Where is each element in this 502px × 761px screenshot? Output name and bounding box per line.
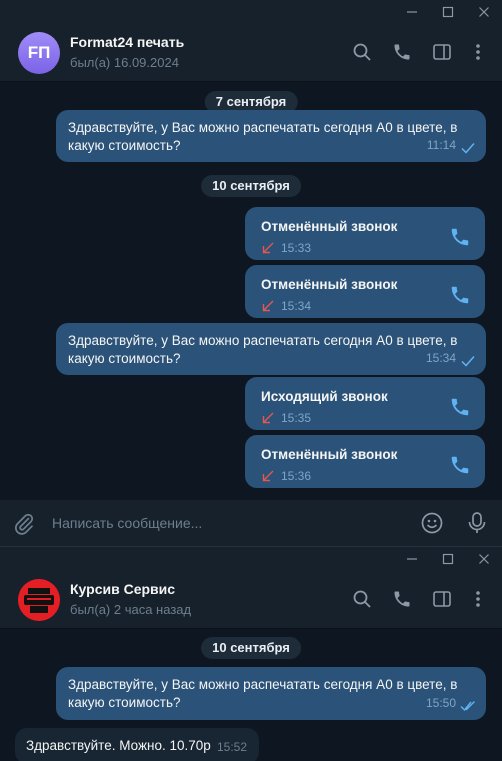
call-message[interactable]: Отменённый звонок 15:34 [245,265,485,318]
single-check-icon [460,141,476,155]
message-list[interactable]: 7 сентября Здравствуйте, у Вас можно рас… [0,82,502,500]
minimize-button[interactable] [394,547,430,571]
chat-window-kursiv: Курсив Сервис был(а) 2 часа назад 10 сен… [0,546,502,761]
last-seen-status: был(а) 2 часа назад [70,602,192,617]
avatar-initials: FП [27,43,51,62]
call-message[interactable]: Исходящий звонок 15:35 [245,377,485,430]
callback-phone-icon[interactable] [449,284,471,306]
more-button[interactable] [466,587,490,611]
last-seen-status: был(а) 16.09.2024 [70,55,179,70]
close-window-button[interactable] [466,547,502,571]
call-title: Исходящий звонок [261,389,388,404]
microphone-icon [468,512,486,533]
message-composer: Написать сообщение... [0,500,502,546]
voice-message-button[interactable] [466,511,488,535]
emoji-icon [421,512,443,534]
message-text: Здравствуйте, у Вас можно распечатать се… [68,677,458,710]
minimize-icon [407,11,417,13]
avatar[interactable]: FП [18,32,60,74]
outgoing-message[interactable]: Здравствуйте, у Вас можно распечатать се… [56,323,486,375]
missed-call-arrow-icon [262,241,274,254]
phone-icon [394,44,410,60]
sidebar-toggle-button[interactable] [430,587,454,611]
close-icon [479,554,489,564]
missed-call-arrow-icon [262,469,274,482]
chat-header: Курсив Сервис был(а) 2 часа назад [0,571,502,629]
chat-window-format24: FП Format24 печать был(а) 16.09.2024 7 с… [0,0,502,546]
maximize-button[interactable] [430,0,466,24]
outgoing-message[interactable]: Здравствуйте, у Вас можно распечатать се… [56,667,486,720]
more-vertical-icon [476,44,480,60]
message-text: Здравствуйте. Можно. 10.70р [26,738,211,753]
call-time: 15:36 [281,469,312,483]
message-time: 15:52 [216,740,247,754]
sidebar-icon [433,591,451,607]
callback-phone-icon[interactable] [449,454,471,476]
maximize-icon [442,553,454,565]
outgoing-message[interactable]: Здравствуйте, у Вас можно распечатать се… [56,110,486,162]
call-title: Отменённый звонок [261,277,398,292]
incoming-message[interactable]: Здравствуйте. Можно. 10.70р 15:52 [15,728,259,761]
avatar[interactable] [18,579,60,621]
chat-header: FП Format24 печать был(а) 16.09.2024 [0,24,502,82]
call-button[interactable] [390,40,414,64]
paperclip-icon [15,513,34,535]
call-time: 15:33 [281,241,312,255]
message-text: Здравствуйте, у Вас можно распечатать се… [68,120,458,153]
call-title: Отменённый звонок [261,219,398,234]
date-separator: 10 сентября [201,637,301,659]
message-text: Здравствуйте, у Вас можно распечатать се… [68,333,458,366]
minimize-icon [407,558,417,560]
callback-phone-icon[interactable] [449,396,471,418]
close-icon [479,7,489,17]
message-time: 15:34 [425,351,456,365]
call-message[interactable]: Отменённый звонок 15:36 [245,435,485,488]
attach-button[interactable] [12,512,36,536]
search-icon [353,590,371,608]
message-time: 11:14 [426,138,456,152]
search-button[interactable] [350,40,374,64]
search-icon [353,43,371,61]
call-time: 15:35 [281,411,312,425]
sidebar-icon [433,44,451,60]
message-time: 15:50 [425,696,456,710]
search-button[interactable] [350,587,374,611]
more-button[interactable] [466,40,490,64]
call-title: Отменённый звонок [261,447,398,462]
call-button[interactable] [390,587,414,611]
single-check-icon [460,354,476,368]
window-titlebar [0,547,502,571]
call-message[interactable]: Отменённый звонок 15:33 [245,207,485,260]
chat-title[interactable]: Курсив Сервис [70,581,175,597]
sidebar-toggle-button[interactable] [430,40,454,64]
message-input[interactable]: Написать сообщение... [52,515,202,531]
call-arrow-icon [262,411,274,424]
missed-call-arrow-icon [262,299,274,312]
call-time: 15:34 [281,299,312,313]
date-separator: 10 сентября [201,175,301,197]
window-titlebar [0,0,502,24]
callback-phone-icon[interactable] [449,226,471,248]
close-window-button[interactable] [466,0,502,24]
message-list[interactable]: 10 сентября Здравствуйте, у Вас можно ра… [0,629,502,761]
chat-title[interactable]: Format24 печать [70,34,184,50]
minimize-button[interactable] [394,0,430,24]
more-vertical-icon [476,591,480,607]
emoji-button[interactable] [420,511,444,535]
printer-logo-icon [18,579,60,621]
maximize-icon [442,6,454,18]
maximize-button[interactable] [430,547,466,571]
phone-icon [394,591,410,607]
double-check-icon [460,699,476,713]
